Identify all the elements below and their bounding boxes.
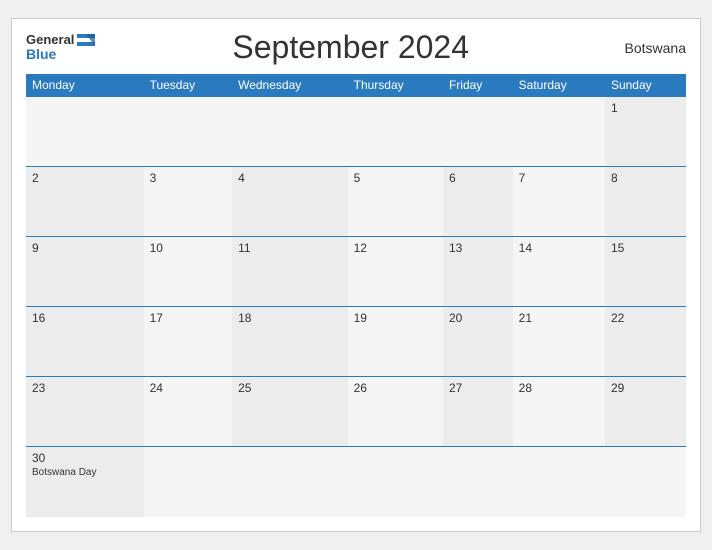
day-cell-0-0 <box>26 97 144 167</box>
day-cell-5-3 <box>348 447 443 517</box>
week-row-2: 2345678 <box>26 167 686 237</box>
day-number-14: 14 <box>519 241 599 255</box>
day-cell-5-0: 30 Botswana Day <box>26 447 144 517</box>
week-row-5: 23 24 25 26 27 28 29 <box>26 377 686 447</box>
header-friday: Friday <box>443 74 513 97</box>
day-number-19: 19 <box>354 311 437 325</box>
day-cell-4-6: 29 <box>605 377 686 447</box>
header-sunday: Sunday <box>605 74 686 97</box>
week-row-1: 1 <box>26 97 686 167</box>
day-cell-3-5: 21 <box>513 307 605 377</box>
logo: General Blue <box>26 33 95 63</box>
day-number-16: 16 <box>32 311 138 325</box>
day-cell-0-5 <box>513 97 605 167</box>
calendar-grid: Monday Tuesday Wednesday Thursday Friday… <box>26 74 686 517</box>
day-cell-1-4: 6 <box>443 167 513 237</box>
day-cell-2-3: 12 <box>348 237 443 307</box>
day-number-24: 24 <box>150 381 227 395</box>
day-number-30: 30 <box>32 451 138 465</box>
day-cell-4-4: 27 <box>443 377 513 447</box>
day-number-12: 12 <box>354 241 437 255</box>
day-number-29: 29 <box>611 381 680 395</box>
day-cell-0-3 <box>348 97 443 167</box>
day-number-20: 20 <box>449 311 507 325</box>
calendar-title: September 2024 <box>95 29 606 66</box>
day-number-5: 5 <box>354 171 437 185</box>
day-number-13: 13 <box>449 241 507 255</box>
day-number-6: 6 <box>449 171 507 185</box>
day-number-25: 25 <box>238 381 342 395</box>
header-monday: Monday <box>26 74 144 97</box>
day-number-10: 10 <box>150 241 227 255</box>
day-cell-4-3: 26 <box>348 377 443 447</box>
day-number-28: 28 <box>519 381 599 395</box>
logo-blue: Blue <box>26 47 95 62</box>
day-number-4: 4 <box>238 171 342 185</box>
day-cell-2-4: 13 <box>443 237 513 307</box>
day-cell-3-4: 20 <box>443 307 513 377</box>
day-cell-5-6 <box>605 447 686 517</box>
days-header-row: Monday Tuesday Wednesday Thursday Friday… <box>26 74 686 97</box>
day-cell-0-6: 1 <box>605 97 686 167</box>
logo-general: General <box>26 33 74 47</box>
header-wednesday: Wednesday <box>232 74 348 97</box>
day-number-8: 8 <box>611 171 680 185</box>
day-number-15: 15 <box>611 241 680 255</box>
week-row-3: 9 10 11 12 13 14 15 <box>26 237 686 307</box>
week-row-4: 16 17 18 19 20 21 22 <box>26 307 686 377</box>
country-label: Botswana <box>606 40 686 56</box>
day-cell-1-3: 5 <box>348 167 443 237</box>
day-cell-1-5: 7 <box>513 167 605 237</box>
day-number-23: 23 <box>32 381 138 395</box>
day-cell-2-0: 9 <box>26 237 144 307</box>
day-cell-5-4 <box>443 447 513 517</box>
day-cell-5-2 <box>232 447 348 517</box>
day-cell-3-3: 19 <box>348 307 443 377</box>
holiday-label: Botswana Day <box>32 467 138 478</box>
day-cell-3-0: 16 <box>26 307 144 377</box>
day-number-17: 17 <box>150 311 227 325</box>
day-cell-1-2: 4 <box>232 167 348 237</box>
day-cell-4-0: 23 <box>26 377 144 447</box>
week-row-6: 30 Botswana Day <box>26 447 686 517</box>
calendar-container: General Blue September 2024 Botswana Mon… <box>11 18 701 532</box>
day-cell-4-1: 24 <box>144 377 233 447</box>
day-cell-4-5: 28 <box>513 377 605 447</box>
day-cell-2-5: 14 <box>513 237 605 307</box>
day-number-22: 22 <box>611 311 680 325</box>
day-cell-5-5 <box>513 447 605 517</box>
day-cell-1-0: 2 <box>26 167 144 237</box>
header-thursday: Thursday <box>348 74 443 97</box>
day-cell-0-1 <box>144 97 233 167</box>
day-number-18: 18 <box>238 311 342 325</box>
day-cell-4-2: 25 <box>232 377 348 447</box>
calendar-header: General Blue September 2024 Botswana <box>26 29 686 66</box>
day-number-1: 1 <box>611 101 680 115</box>
day-number-3: 3 <box>150 171 227 185</box>
day-number-2: 2 <box>32 171 138 185</box>
day-number-7: 7 <box>519 171 599 185</box>
day-cell-0-4 <box>443 97 513 167</box>
logo-flag-icon <box>77 34 95 46</box>
day-cell-2-2: 11 <box>232 237 348 307</box>
day-number-26: 26 <box>354 381 437 395</box>
day-number-11: 11 <box>238 241 342 255</box>
day-cell-3-2: 18 <box>232 307 348 377</box>
header-saturday: Saturday <box>513 74 605 97</box>
header-tuesday: Tuesday <box>144 74 233 97</box>
day-number-27: 27 <box>449 381 507 395</box>
day-cell-3-6: 22 <box>605 307 686 377</box>
day-cell-1-6: 8 <box>605 167 686 237</box>
day-cell-2-1: 10 <box>144 237 233 307</box>
day-number-9: 9 <box>32 241 138 255</box>
day-cell-0-2 <box>232 97 348 167</box>
day-cell-2-6: 15 <box>605 237 686 307</box>
day-number-21: 21 <box>519 311 599 325</box>
day-cell-1-1: 3 <box>144 167 233 237</box>
day-cell-5-1 <box>144 447 233 517</box>
day-cell-3-1: 17 <box>144 307 233 377</box>
